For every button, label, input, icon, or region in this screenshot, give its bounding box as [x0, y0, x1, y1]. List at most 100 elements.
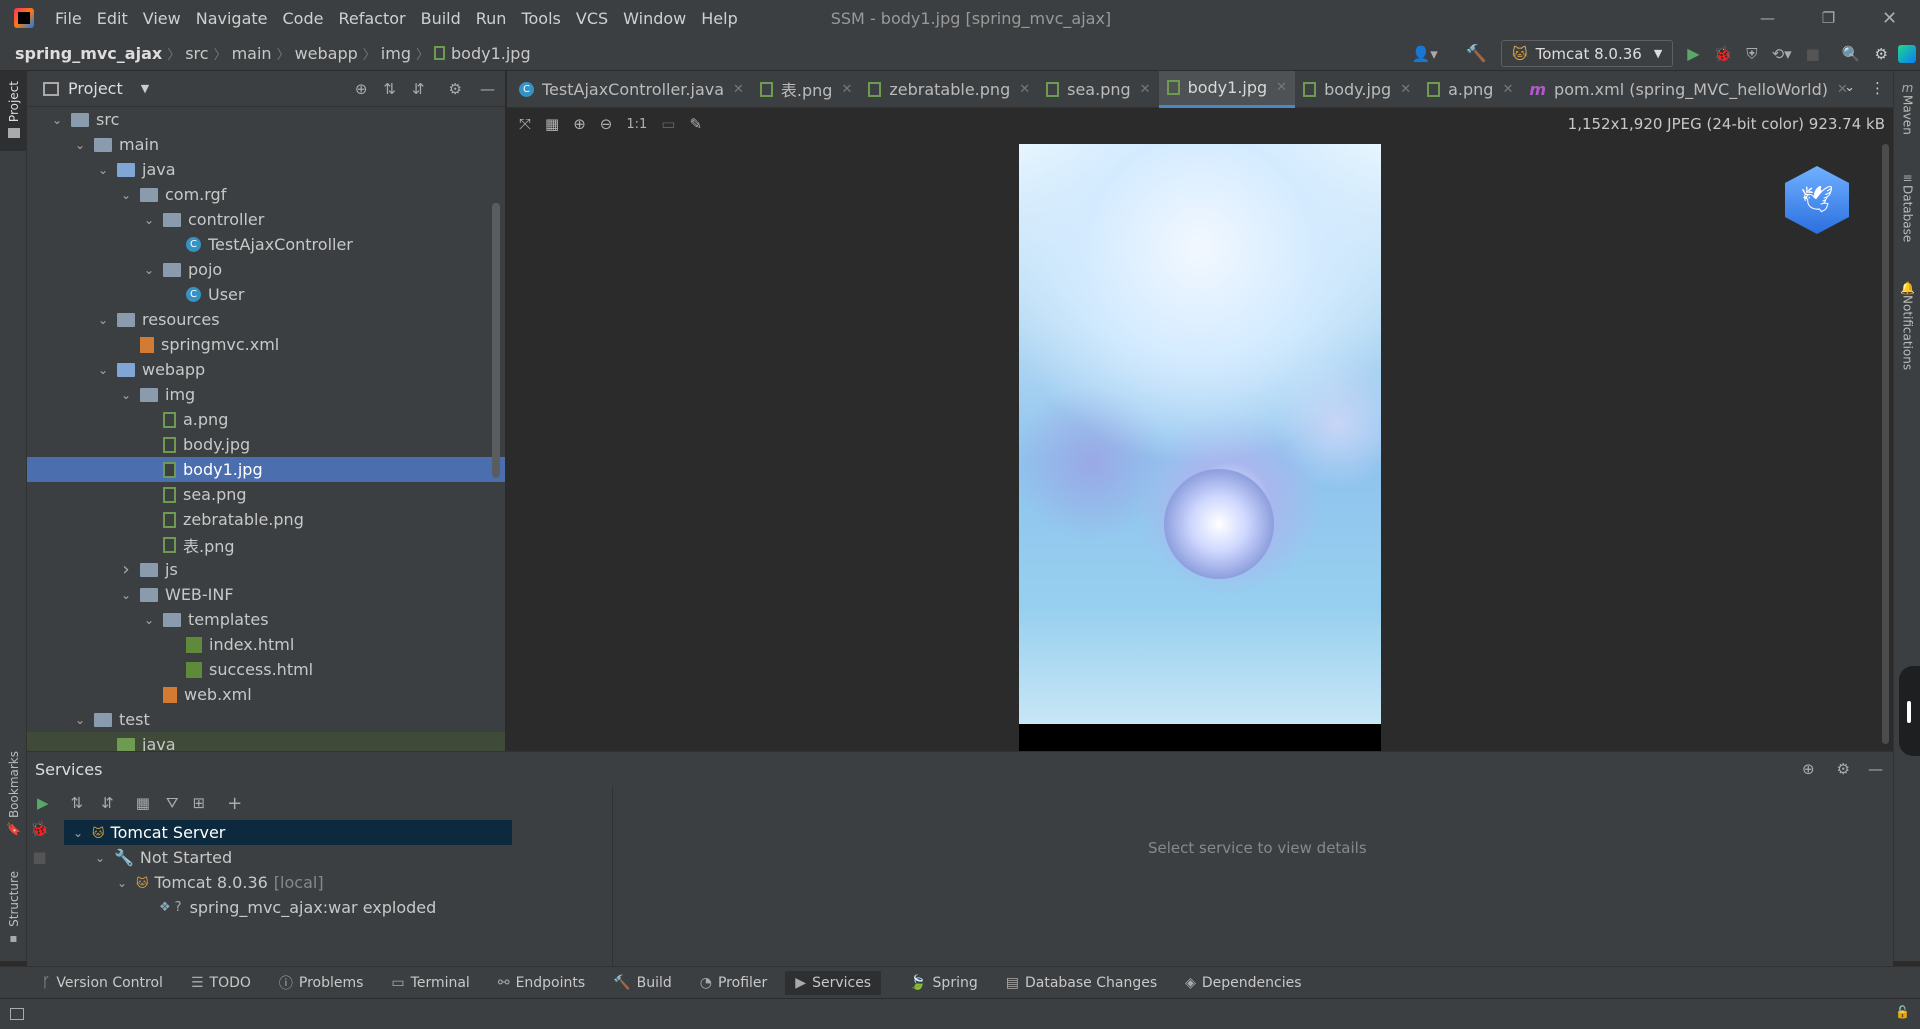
editor-tab[interactable]: body1.jpg ✕	[1158, 70, 1296, 108]
collapse-all-icon[interactable]: ⇵	[412, 80, 425, 98]
editor-scrollbar[interactable]	[1882, 144, 1889, 744]
chevron-down-icon[interactable]: ⌄	[51, 113, 63, 127]
notifications-tool-button[interactable]: 🔔 Notifications	[1894, 281, 1920, 370]
services-tree-group[interactable]: ⌄ 🔧 Not Started	[64, 845, 512, 870]
zoom-out-icon[interactable]: ⊖	[600, 115, 613, 133]
lock-icon[interactable]: 🔓	[1895, 1005, 1910, 1019]
close-tab-icon[interactable]: ✕	[1400, 82, 1411, 97]
tool-tab-profiler[interactable]: ◔ Profiler	[700, 975, 768, 991]
menu-item-refactor[interactable]: Refactor	[338, 9, 405, 28]
stop-icon[interactable]: ■	[1806, 45, 1820, 63]
chevron-down-icon[interactable]: ⌄	[74, 713, 86, 727]
close-tab-icon[interactable]: ✕	[1502, 82, 1513, 97]
tree-item[interactable]: zebratable.png	[27, 507, 505, 532]
services-tree-root[interactable]: ⌄ 🐱 Tomcat Server	[64, 820, 512, 845]
editor-tab[interactable]: 表.png ✕	[752, 71, 860, 108]
color-picker-icon[interactable]: ✎	[689, 115, 702, 133]
toggle-tool-windows-icon[interactable]	[10, 1008, 24, 1020]
search-icon[interactable]: 🔍	[1842, 45, 1861, 63]
bookmarks-tool-button[interactable]: Bookmarks 🔖	[0, 751, 27, 846]
tree-item[interactable]: › js	[27, 557, 505, 582]
minimize-window-button[interactable]: —	[1737, 9, 1798, 27]
editor-tab[interactable]: C TestAjaxController.java ✕	[511, 71, 752, 108]
tree-item[interactable]: a.png	[27, 407, 505, 432]
close-tab-icon[interactable]: ✕	[1276, 80, 1287, 95]
services-tree-server[interactable]: ⌄ 🐱 Tomcat 8.0.36 [local]	[64, 870, 512, 895]
maven-tool-button[interactable]: m Maven	[1894, 81, 1920, 135]
zoom-in-icon[interactable]: ⊕	[573, 115, 586, 133]
tree-item[interactable]: body1.jpg	[27, 457, 505, 482]
chevron-down-icon[interactable]: ⌄	[97, 363, 109, 377]
tool-tab-problems[interactable]: ⓘ Problems	[279, 973, 364, 993]
hide-panel-icon[interactable]: —	[480, 80, 495, 98]
tree-scrollbar[interactable]	[492, 203, 500, 478]
fit-to-window-icon[interactable]: ⤧	[519, 115, 531, 133]
breadcrumb-item[interactable]: img	[381, 44, 411, 63]
locate-target-icon[interactable]: ⊕	[1802, 760, 1815, 778]
tool-tab-version-control[interactable]: ᚴ Version Control	[42, 975, 163, 991]
group-by-icon[interactable]: ▦	[136, 794, 150, 812]
chevron-down-icon[interactable]: ⌄	[143, 263, 155, 277]
chessboard-icon[interactable]: ▭	[661, 115, 675, 133]
tree-item[interactable]: C User	[27, 282, 505, 307]
actual-size-icon[interactable]: 1:1	[626, 117, 647, 132]
tool-tab-endpoints[interactable]: ⚯ Endpoints	[498, 975, 585, 991]
tree-item[interactable]: success.html	[27, 657, 505, 682]
grid-icon[interactable]: ▦	[545, 115, 559, 133]
menu-item-tools[interactable]: Tools	[521, 9, 560, 28]
tree-item[interactable]: web.xml	[27, 682, 505, 707]
expand-all-icon[interactable]: ⇅	[383, 80, 396, 98]
tree-item[interactable]: ⌄ main	[27, 132, 505, 157]
build-hammer-icon[interactable]: 🔨	[1466, 44, 1487, 64]
tree-item[interactable]: ⌄ WEB-INF	[27, 582, 505, 607]
tree-item[interactable]: 表.png	[27, 532, 505, 557]
expand-all-icon[interactable]: ⇅	[71, 794, 84, 812]
close-tab-icon[interactable]: ✕	[841, 82, 852, 97]
menu-item-edit[interactable]: Edit	[97, 9, 128, 28]
collapse-all-icon[interactable]: ⇵	[101, 794, 114, 812]
tree-item[interactable]: ⌄ resources	[27, 307, 505, 332]
tabs-overflow-chevron-icon[interactable]: ⌄	[1844, 80, 1855, 95]
tree-item[interactable]: java	[27, 732, 505, 751]
close-window-button[interactable]: ✕	[1859, 8, 1920, 29]
tree-item[interactable]: ⌄ img	[27, 382, 505, 407]
settings-gear-icon[interactable]: ⚙	[1875, 45, 1888, 63]
tree-item[interactable]: ⌄ test	[27, 707, 505, 732]
menu-item-file[interactable]: File	[55, 9, 82, 28]
user-icon[interactable]: 👤▾	[1412, 45, 1438, 63]
tool-tab-database-changes[interactable]: ▤ Database Changes	[1006, 975, 1157, 991]
chevron-down-icon[interactable]: ⌄	[120, 188, 132, 202]
run-icon[interactable]: ▶	[37, 794, 49, 812]
menu-item-run[interactable]: Run	[476, 9, 507, 28]
chevron-down-icon[interactable]: ▼	[141, 82, 149, 95]
tool-tab-services[interactable]: ▶ Services	[785, 970, 882, 995]
hide-panel-icon[interactable]: —	[1868, 760, 1883, 778]
menu-item-help[interactable]: Help	[701, 9, 737, 28]
tree-item[interactable]: ⌄ com.rgf	[27, 182, 505, 207]
chevron-down-icon[interactable]: ⌄	[97, 163, 109, 177]
scroll-handle[interactable]	[1899, 666, 1920, 756]
tool-tab-todo[interactable]: ☰ TODO	[191, 975, 251, 991]
database-tool-button[interactable]: ≡ Database	[1894, 171, 1920, 242]
debug-icon[interactable]: 🐞	[1714, 45, 1733, 63]
assistant-bird-icon[interactable]: 🕊	[1785, 166, 1849, 234]
run-icon[interactable]: ▶	[1687, 44, 1699, 63]
tree-item[interactable]: ⌄ java	[27, 157, 505, 182]
settings-gear-icon[interactable]: ⚙	[449, 80, 462, 98]
menu-item-code[interactable]: Code	[283, 9, 324, 28]
menu-item-navigate[interactable]: Navigate	[196, 9, 268, 28]
chevron-down-icon[interactable]: ⌄	[143, 613, 155, 627]
debug-icon[interactable]: 🐞	[27, 820, 52, 838]
chevron-right-icon[interactable]: ›	[120, 559, 132, 580]
chevron-down-icon[interactable]: ⌄	[120, 388, 132, 402]
breadcrumb-item[interactable]: main	[232, 44, 272, 63]
editor-tab[interactable]: m pom.xml (spring_MVC_helloWorld) ✕	[1521, 71, 1856, 108]
filter-icon[interactable]: ⛛	[166, 794, 179, 812]
profile-icon[interactable]: ⟲▾	[1772, 45, 1792, 63]
chevron-down-icon[interactable]: ⌄	[74, 138, 86, 152]
jetbrains-toolbox-icon[interactable]	[1898, 44, 1916, 63]
tree-item[interactable]: ⌄ templates	[27, 607, 505, 632]
coverage-icon[interactable]: ⛨	[1746, 45, 1757, 63]
tree-item[interactable]: ⌄ src	[27, 107, 505, 132]
new-tab-icon[interactable]: ⊞	[193, 794, 206, 812]
